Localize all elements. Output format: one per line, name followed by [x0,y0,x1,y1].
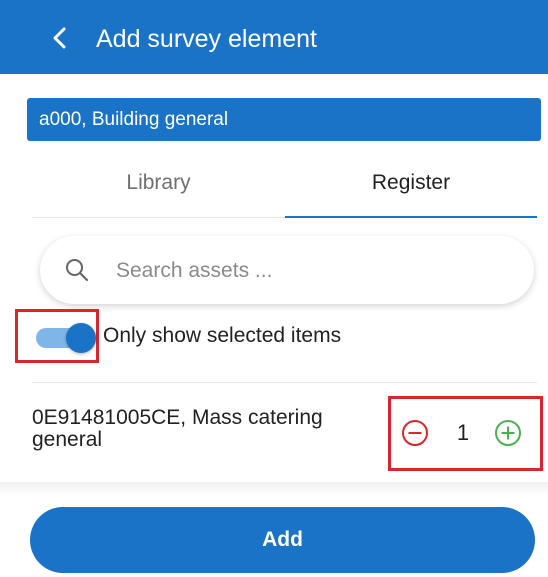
item-label: 0E91481005CE, Mass catering general [32,406,323,451]
tab-register[interactable]: Register [285,160,537,218]
back-button[interactable] [44,22,76,54]
chevron-left-icon [53,27,66,49]
decrement-button[interactable] [400,418,430,448]
increment-button[interactable] [493,418,523,448]
quantity-value: 1 [456,420,470,445]
search-box[interactable] [40,236,534,304]
tab-library[interactable]: Library [32,160,285,218]
toggle-label: Only show selected items [103,324,342,347]
only-selected-toggle[interactable] [32,323,96,353]
context-label: a000, Building general [27,98,541,141]
plus-circle-icon [495,420,521,446]
footer-shadow [0,482,548,496]
search-icon [66,259,89,282]
app-header: Add survey element [0,0,548,74]
toggle-knob [66,323,96,353]
page-title: Add survey element [96,25,317,53]
search-input[interactable] [114,250,508,292]
tab-bar: Library Register [32,160,537,218]
minus-circle-icon [402,420,428,446]
add-button[interactable]: Add [30,507,535,573]
